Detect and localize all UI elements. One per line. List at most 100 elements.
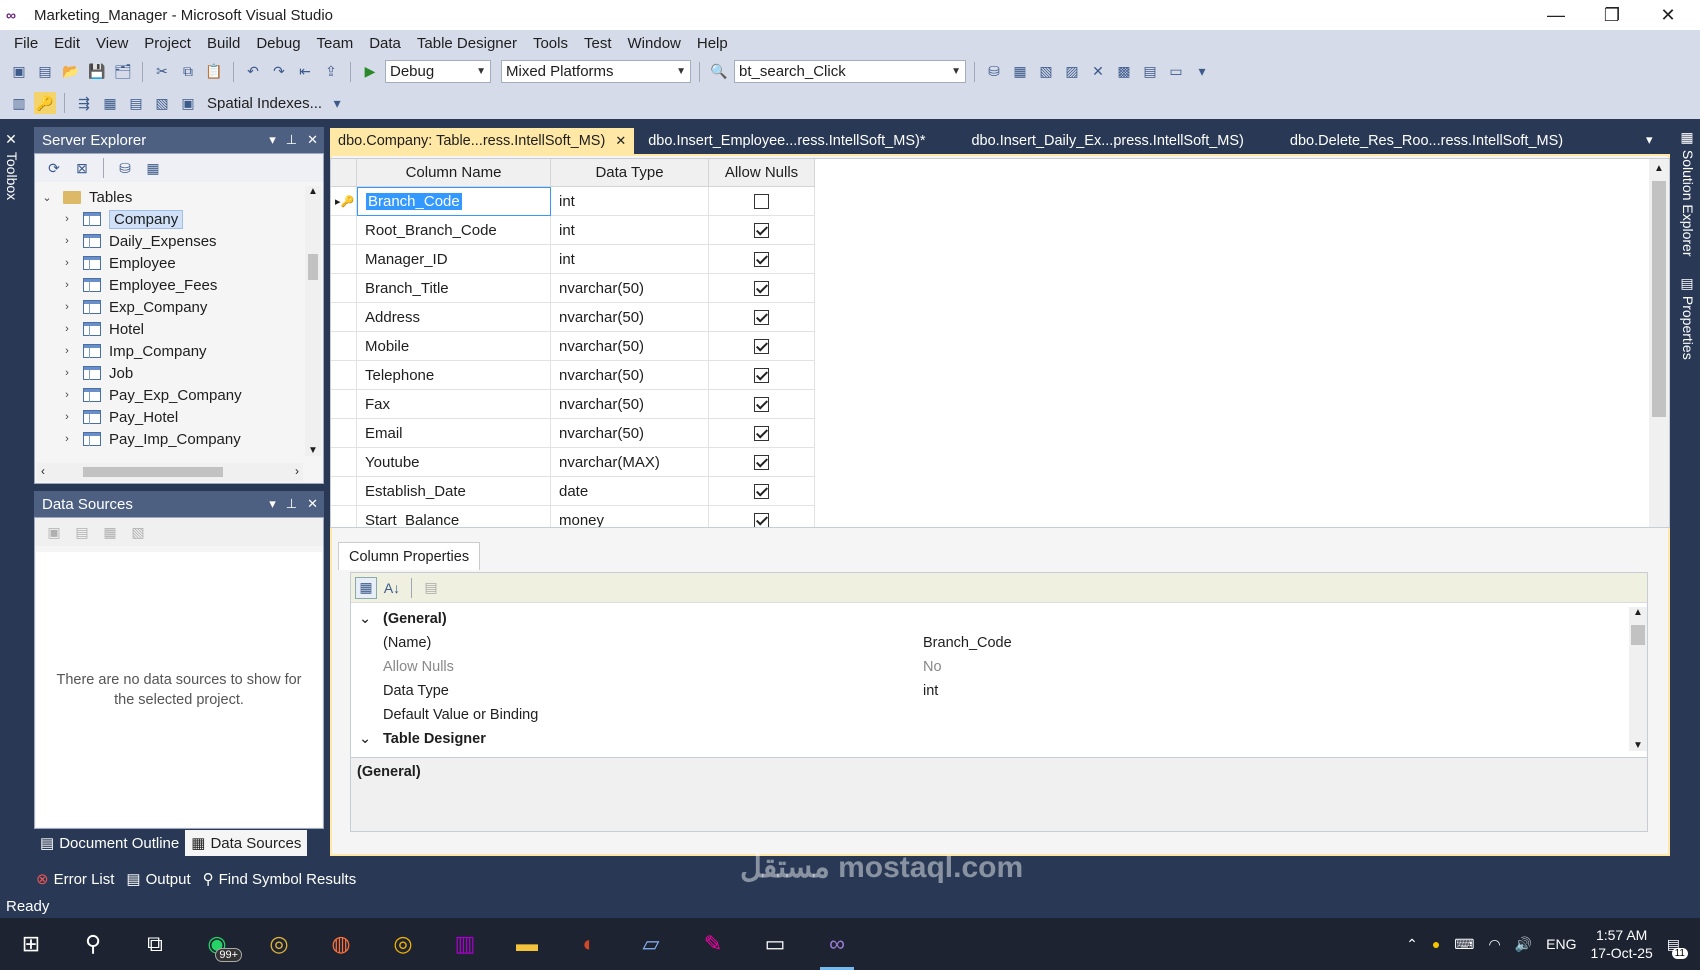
tree-item[interactable]: › Exp_Company <box>59 296 207 318</box>
tree-item[interactable]: › Employee_Fees <box>59 274 217 296</box>
property-pages-icon[interactable]: ▤ <box>420 577 442 599</box>
scroll-thumb[interactable] <box>1631 625 1645 645</box>
doc-tab-insert-daily[interactable]: dbo.Insert_Daily_Ex...press.IntellSoft_M… <box>963 128 1251 154</box>
menu-table-designer[interactable]: Table Designer <box>409 35 525 52</box>
column-name-cell[interactable]: Email <box>357 419 551 448</box>
horizontal-scrollbar[interactable]: ‹ › <box>37 463 303 481</box>
tree-item[interactable]: › Hotel <box>59 318 144 340</box>
extension-manager-icon[interactable]: ▤ <box>1139 61 1161 83</box>
chevron-right-icon[interactable]: › <box>59 213 75 225</box>
solution-explorer-tab[interactable]: ▦ Solution Explorer <box>1680 130 1696 257</box>
chevron-right-icon[interactable]: › <box>59 235 75 247</box>
manage-indexes-icon[interactable]: ▦ <box>99 92 121 114</box>
navigate-icon[interactable]: ⇤ <box>294 61 316 83</box>
pin-icon[interactable]: ⊥ <box>286 132 297 148</box>
table-row[interactable]: Youtube nvarchar(MAX) <box>331 448 815 477</box>
allow-nulls-checkbox[interactable] <box>754 483 769 499</box>
properties-tab[interactable]: ▤ Properties <box>1680 276 1696 360</box>
generate-change-script-icon[interactable]: ▥ <box>8 92 30 114</box>
norton-icon[interactable]: ● <box>1432 936 1440 952</box>
table-row[interactable]: Root_Branch_Code int <box>331 216 815 245</box>
data-type-cell[interactable]: int <box>551 245 709 274</box>
collapse-icon[interactable]: ⌄ <box>359 611 371 627</box>
table-row[interactable]: Telephone nvarchar(50) <box>331 361 815 390</box>
add-data-source-icon[interactable]: ▣ <box>43 521 65 543</box>
grid-scrollbar[interactable]: ▲ <box>1649 159 1669 527</box>
chevron-right-icon[interactable]: › <box>59 301 75 313</box>
toolbox-tab[interactable]: ✕ Toolbox <box>4 132 20 200</box>
column-name-cell[interactable]: Youtube <box>357 448 551 477</box>
manage-fulltext-icon[interactable]: ▤ <box>125 92 147 114</box>
scroll-thumb[interactable] <box>308 254 318 280</box>
row-selector[interactable] <box>331 216 357 245</box>
whatsapp-app[interactable]: ◉ 99+ <box>186 918 248 970</box>
row-selector[interactable] <box>331 361 357 390</box>
scroll-down-icon[interactable]: ▼ <box>305 445 321 456</box>
allow-nulls-checkbox[interactable] <box>754 425 769 441</box>
properties-scrollbar[interactable]: ▲ ▼ <box>1629 607 1647 751</box>
panel-menu-icon[interactable]: ▾ <box>269 132 276 148</box>
property-row-name[interactable]: (Name) Branch_Code <box>351 631 1629 655</box>
table-row[interactable]: ▸🔑 Branch_Code int <box>331 187 815 216</box>
menu-debug[interactable]: Debug <box>248 35 308 52</box>
chevron-up-icon[interactable]: ⌃ <box>1406 936 1418 953</box>
chrome-canary-app[interactable]: ◎ <box>372 918 434 970</box>
scroll-up-icon[interactable]: ▲ <box>1629 607 1647 618</box>
allow-nulls-checkbox[interactable] <box>754 396 769 412</box>
tab-overflow-icon[interactable]: ▾ <box>1646 132 1653 148</box>
tree-item[interactable]: › Pay_Imp_Company <box>59 428 241 450</box>
copy-icon[interactable]: ⧉ <box>177 61 199 83</box>
connect-server-icon[interactable]: ▦ <box>142 157 164 179</box>
firefox-app[interactable]: ◍ <box>310 918 372 970</box>
allow-nulls-checkbox[interactable] <box>754 222 769 238</box>
row-selector[interactable] <box>331 477 357 506</box>
search-button[interactable]: ⚲ <box>62 918 124 970</box>
general-category[interactable]: ⌄ (General) <box>351 607 1629 631</box>
tree-item[interactable]: › Pay_Hotel <box>59 406 178 428</box>
property-row-default-value[interactable]: Default Value or Binding <box>351 703 1629 727</box>
scroll-thumb[interactable] <box>1652 181 1666 417</box>
chrome-app[interactable]: ◎ <box>248 918 310 970</box>
table-row[interactable]: Fax nvarchar(50) <box>331 390 815 419</box>
restore-button[interactable]: ❐ <box>1584 0 1640 30</box>
scroll-up-icon[interactable]: ▲ <box>1649 163 1669 174</box>
column-name-cell[interactable]: Start_Balance <box>357 506 551 527</box>
refresh-icon[interactable]: ▧ <box>127 521 149 543</box>
scroll-thumb[interactable] <box>83 467 223 477</box>
data-type-cell[interactable]: nvarchar(50) <box>551 274 709 303</box>
column-name-cell[interactable]: Mobile <box>357 332 551 361</box>
find-in-files-icon[interactable]: 🔍 <box>708 61 730 83</box>
column-name-cell[interactable]: Fax <box>357 390 551 419</box>
tree-item[interactable]: › Pay_Exp_Company <box>59 384 241 406</box>
doc-tab-insert-employee[interactable]: dbo.Insert_Employee...ress.IntellSoft_MS… <box>640 128 933 154</box>
allow-nulls-checkbox[interactable] <box>754 367 769 383</box>
allow-nulls-checkbox[interactable] <box>754 454 769 470</box>
tab-error-list[interactable]: ⊗ Error List <box>30 866 120 892</box>
data-type-cell[interactable]: nvarchar(50) <box>551 419 709 448</box>
new-project-icon[interactable]: ▣ <box>8 61 30 83</box>
scroll-down-icon[interactable]: ▼ <box>1629 740 1647 751</box>
row-selector[interactable] <box>331 332 357 361</box>
chevron-right-icon[interactable]: › <box>59 433 75 445</box>
allow-nulls-checkbox[interactable] <box>754 512 769 527</box>
chevron-right-icon[interactable]: › <box>59 323 75 335</box>
spatial-indexes-button[interactable]: Spatial Indexes... <box>207 95 322 112</box>
chevron-right-icon[interactable]: › <box>59 257 75 269</box>
vertical-scrollbar[interactable]: ▲ ▼ <box>305 186 321 456</box>
row-selector[interactable] <box>331 448 357 477</box>
column-name-cell[interactable]: Address <box>357 303 551 332</box>
menu-view[interactable]: View <box>88 35 136 52</box>
table-row[interactable]: Manager_ID int <box>331 245 815 274</box>
edit-dataset-icon[interactable]: ▤ <box>71 521 93 543</box>
chevron-right-icon[interactable]: › <box>59 367 75 379</box>
task-view-button[interactable]: ⧉ <box>124 918 186 970</box>
doc-tab-delete-res[interactable]: dbo.Delete_Res_Roo...ress.IntellSoft_MS) <box>1282 128 1571 154</box>
menu-tools[interactable]: Tools <box>525 35 576 52</box>
close-tab-icon[interactable]: ✕ <box>615 133 626 149</box>
solution-platform-select[interactable]: Mixed Platforms ▼ <box>501 60 691 83</box>
scroll-right-icon[interactable]: › <box>295 464 299 478</box>
column-properties-tab[interactable]: Column Properties <box>338 542 481 570</box>
open-file-icon[interactable]: 📂 <box>60 61 82 83</box>
minimize-button[interactable]: — <box>1528 0 1584 30</box>
menu-test[interactable]: Test <box>576 35 620 52</box>
